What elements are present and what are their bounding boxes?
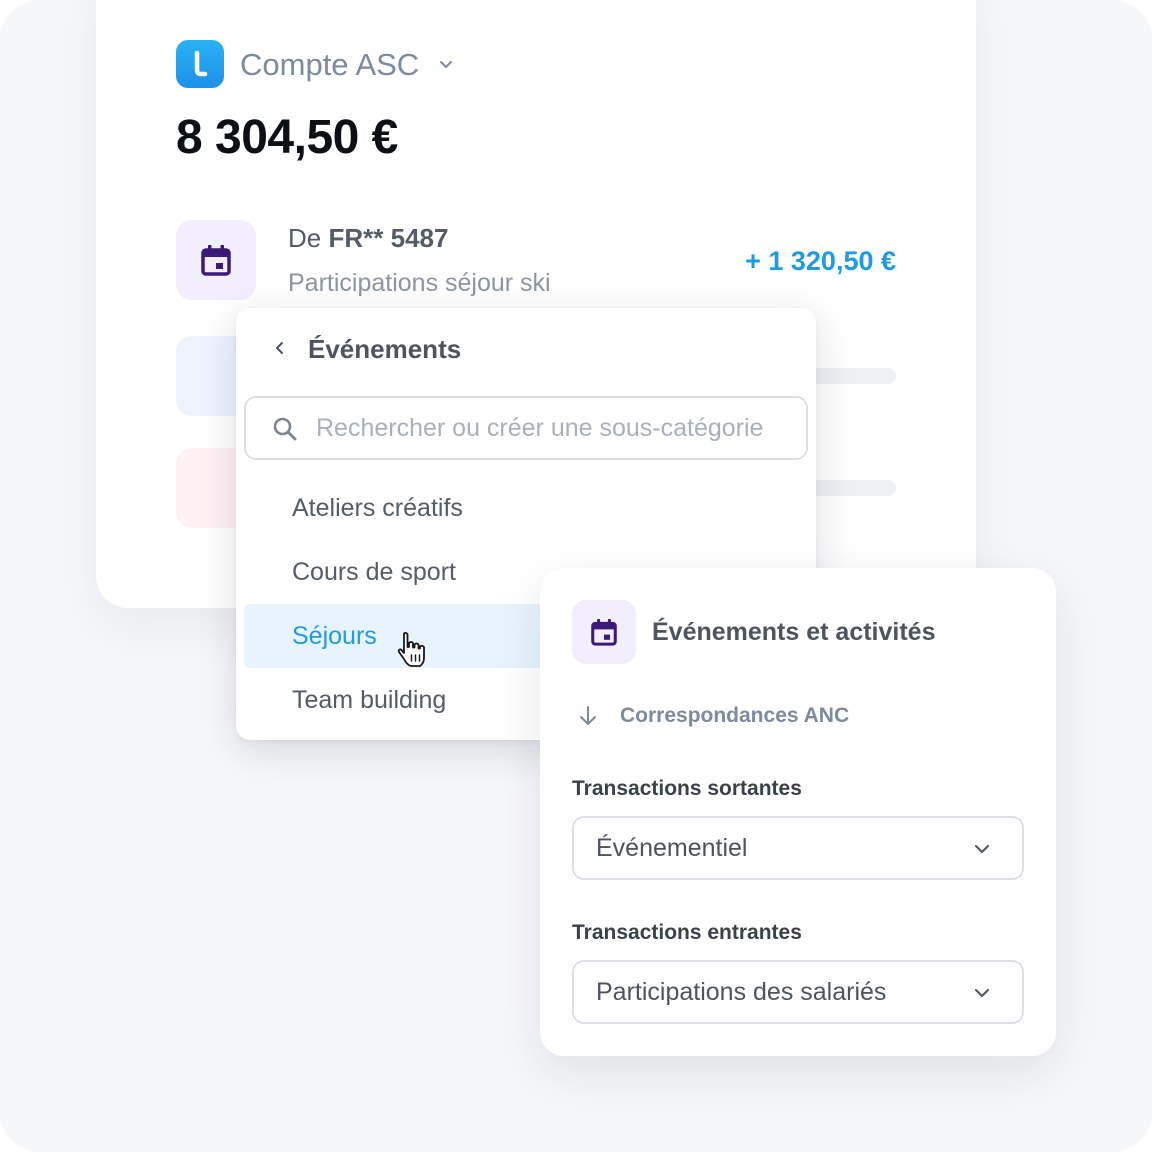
category-title: Événements et activités	[652, 618, 936, 646]
outgoing-select-value: Événementiel	[596, 834, 748, 862]
anc-mapping-link[interactable]: Correspondances ANC	[620, 699, 849, 733]
search-icon	[273, 417, 297, 441]
dropdown-item[interactable]: Ateliers créatifs	[244, 476, 808, 540]
hand-cursor-icon	[397, 632, 425, 667]
background-canvas: Compte ASC 8 304,50 € De FR** 5487 Parti…	[0, 0, 1152, 1152]
calendar-icon	[201, 245, 231, 276]
counterparty-prefix: De	[288, 223, 322, 253]
transaction-label: Participations séjour ski	[288, 269, 551, 297]
category-detail-card: Événements et activités Correspondances …	[540, 568, 1056, 1056]
counterparty-account: FR** 5487	[328, 223, 449, 253]
app-logo-icon	[176, 40, 224, 88]
search-input[interactable]	[316, 406, 796, 450]
chevron-down-icon[interactable]	[436, 54, 456, 74]
transaction-category-icon	[176, 220, 256, 300]
account-balance: 8 304,50 €	[176, 111, 398, 164]
chevron-down-icon	[974, 988, 990, 998]
calendar-icon	[591, 619, 617, 646]
transaction-counterparty: De FR** 5487	[288, 220, 448, 256]
account-name[interactable]: Compte ASC	[240, 44, 419, 86]
transaction-amount: + 1 320,50 €	[745, 246, 896, 276]
search-field[interactable]	[244, 396, 808, 460]
arrow-down-icon	[580, 706, 596, 725]
category-icon	[572, 600, 636, 664]
dropdown-title: Événements	[308, 334, 462, 364]
chevron-down-icon	[974, 844, 990, 854]
incoming-label: Transactions entrantes	[572, 921, 802, 944]
chevron-left-icon[interactable]	[272, 336, 288, 360]
outgoing-select[interactable]: Événementiel	[572, 816, 1024, 880]
incoming-select-value: Participations des salariés	[596, 978, 887, 1006]
incoming-select[interactable]: Participations des salariés	[572, 960, 1024, 1024]
outgoing-label: Transactions sortantes	[572, 777, 802, 800]
